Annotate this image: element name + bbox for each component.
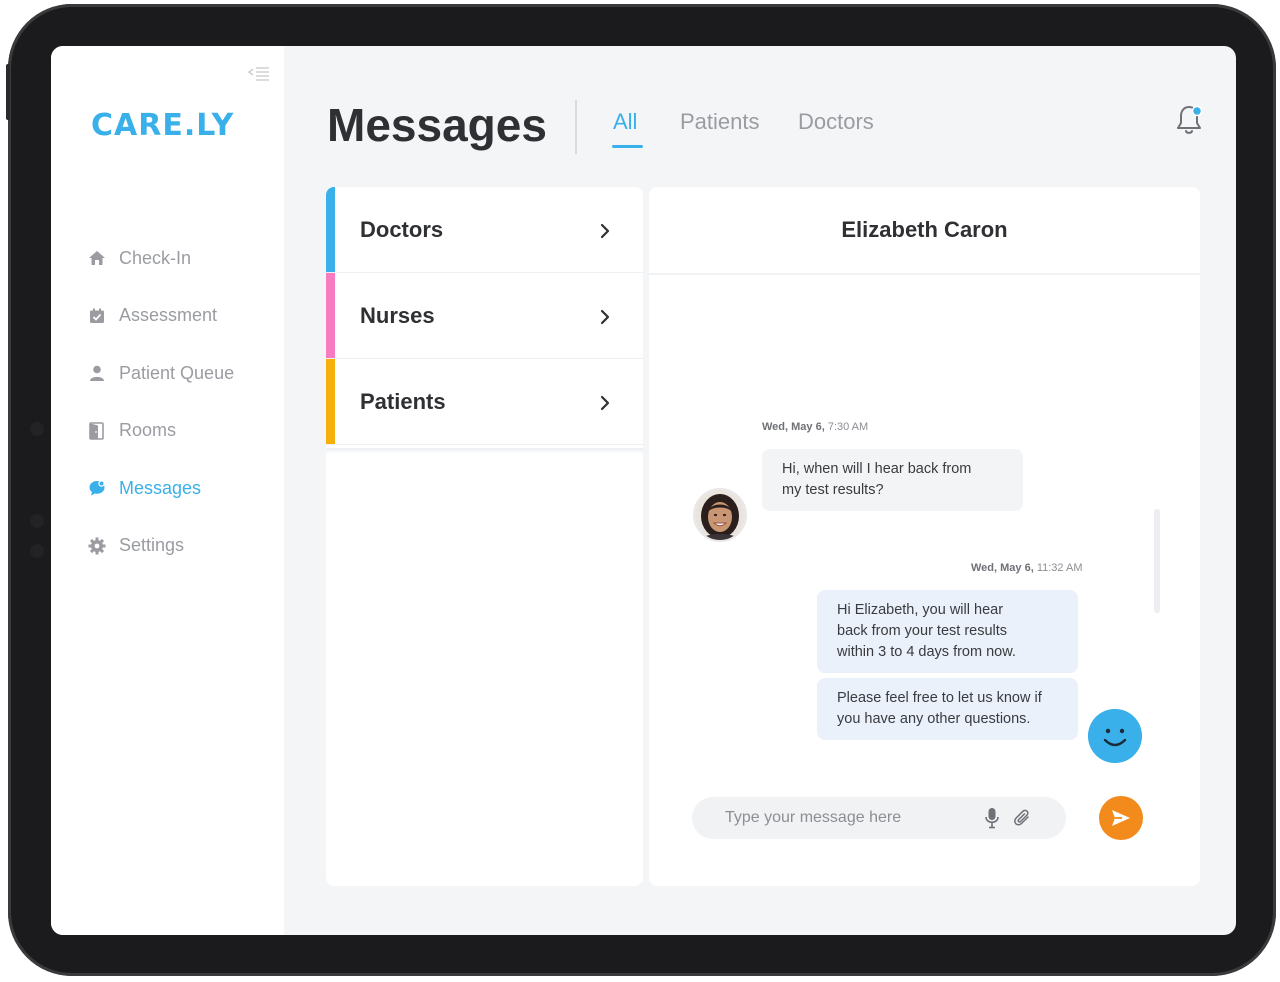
message-line: Hi, when will I hear back from (782, 461, 972, 477)
tab-patients[interactable]: Patients (680, 109, 760, 135)
message-line: you have any other questions. (837, 711, 1031, 727)
message-input[interactable] (692, 809, 972, 827)
outgoing-message-bubble: Please feel free to let us know if you h… (817, 678, 1078, 740)
timestamp-time: 11:32 AM (1036, 562, 1083, 574)
active-tab-indicator (612, 145, 643, 148)
message-line: Please feel free to let us know if (837, 690, 1042, 706)
timestamp-time: 7:30 AM (827, 421, 869, 433)
list-shadow (326, 448, 643, 454)
sidebar-item-rooms[interactable]: Rooms (87, 419, 277, 443)
group-item-nurses[interactable]: Nurses (326, 273, 643, 359)
user-icon (87, 363, 107, 383)
sidebar: CARE.LY Check-In Assessment Patient Queu… (51, 46, 284, 935)
chat-panel: Elizabeth Caron Wed, May 6, 7:30 AM Hi, … (649, 187, 1200, 886)
contact-name: Elizabeth Caron (841, 217, 1008, 242)
timestamp-day: Wed, May 6, (971, 562, 1034, 574)
timestamp-day: Wed, May 6, (762, 421, 825, 433)
message-line: my test results? (782, 482, 884, 498)
chat-scrollbar[interactable] (1154, 509, 1160, 613)
tab-all[interactable]: All (613, 109, 637, 135)
group-label: Doctors (360, 216, 444, 242)
group-label: Patients (360, 388, 446, 414)
group-item-doctors[interactable]: Doctors (326, 187, 643, 273)
sidebar-item-label: Settings (119, 535, 185, 555)
send-button[interactable] (1099, 796, 1143, 840)
microphone-icon[interactable] (985, 807, 999, 829)
notification-bell-icon[interactable] (1175, 104, 1205, 138)
chat-header: Elizabeth Caron (649, 187, 1200, 275)
chat-icon (87, 478, 107, 498)
sidebar-item-label: Assessment (119, 305, 218, 325)
sidebar-item-check-in[interactable]: Check-In (87, 246, 277, 270)
page-title: Messages (327, 99, 547, 151)
brand-logo: CARE.LY (91, 108, 235, 143)
contact-group-list: Doctors Nurses Patients (326, 187, 643, 886)
camera-dot (30, 422, 44, 436)
tab-doctors[interactable]: Doctors (798, 109, 874, 135)
smiley-icon[interactable] (1088, 709, 1142, 763)
group-color-bar (326, 273, 335, 358)
collapse-menu-icon[interactable] (248, 66, 270, 82)
sidebar-item-label: Messages (119, 477, 202, 498)
chevron-right-icon (600, 395, 610, 411)
outgoing-message-bubble: Hi Elizabeth, you will hear back from yo… (817, 590, 1078, 673)
sidebar-item-label: Check-In (119, 247, 192, 268)
sidebar-item-messages[interactable]: Messages (87, 476, 277, 500)
incoming-message-bubble: Hi, when will I hear back from my test r… (762, 449, 1023, 511)
calendar-check-icon (87, 306, 107, 326)
chevron-right-icon (600, 309, 610, 325)
camera-dot (30, 544, 44, 558)
group-color-bar (326, 359, 335, 444)
paperclip-icon[interactable] (1013, 808, 1033, 828)
title-divider (575, 100, 577, 154)
message-line: back from your test results (837, 623, 1008, 639)
message-line: within 3 to 4 days from now. (837, 644, 1016, 660)
message-timestamp: Wed, May 6, 7:30 AM (762, 421, 868, 433)
home-icon (87, 248, 107, 268)
volume-button (6, 64, 10, 120)
sidebar-nav: Check-In Assessment Patient Queue Rooms (87, 246, 277, 591)
group-color-bar (326, 187, 335, 272)
send-arrow-icon (1112, 810, 1130, 826)
message-timestamp: Wed, May 6, 11:32 AM (971, 562, 1083, 574)
message-line: Hi Elizabeth, you will hear (837, 602, 1004, 618)
camera-dot (30, 514, 44, 528)
group-label: Nurses (360, 302, 435, 328)
chevron-right-icon (600, 223, 610, 239)
app-screen: CARE.LY Check-In Assessment Patient Queu… (51, 46, 1236, 935)
door-icon (87, 421, 107, 441)
sidebar-item-assessment[interactable]: Assessment (87, 304, 277, 328)
group-item-patients[interactable]: Patients (326, 359, 643, 445)
gear-icon (87, 536, 107, 556)
sidebar-item-settings[interactable]: Settings (87, 534, 277, 558)
message-input-bar (692, 797, 1066, 839)
avatar[interactable] (693, 488, 747, 542)
sidebar-item-label: Patient Queue (119, 362, 235, 383)
sidebar-item-patient-queue[interactable]: Patient Queue (87, 361, 277, 385)
sidebar-item-label: Rooms (119, 420, 177, 440)
